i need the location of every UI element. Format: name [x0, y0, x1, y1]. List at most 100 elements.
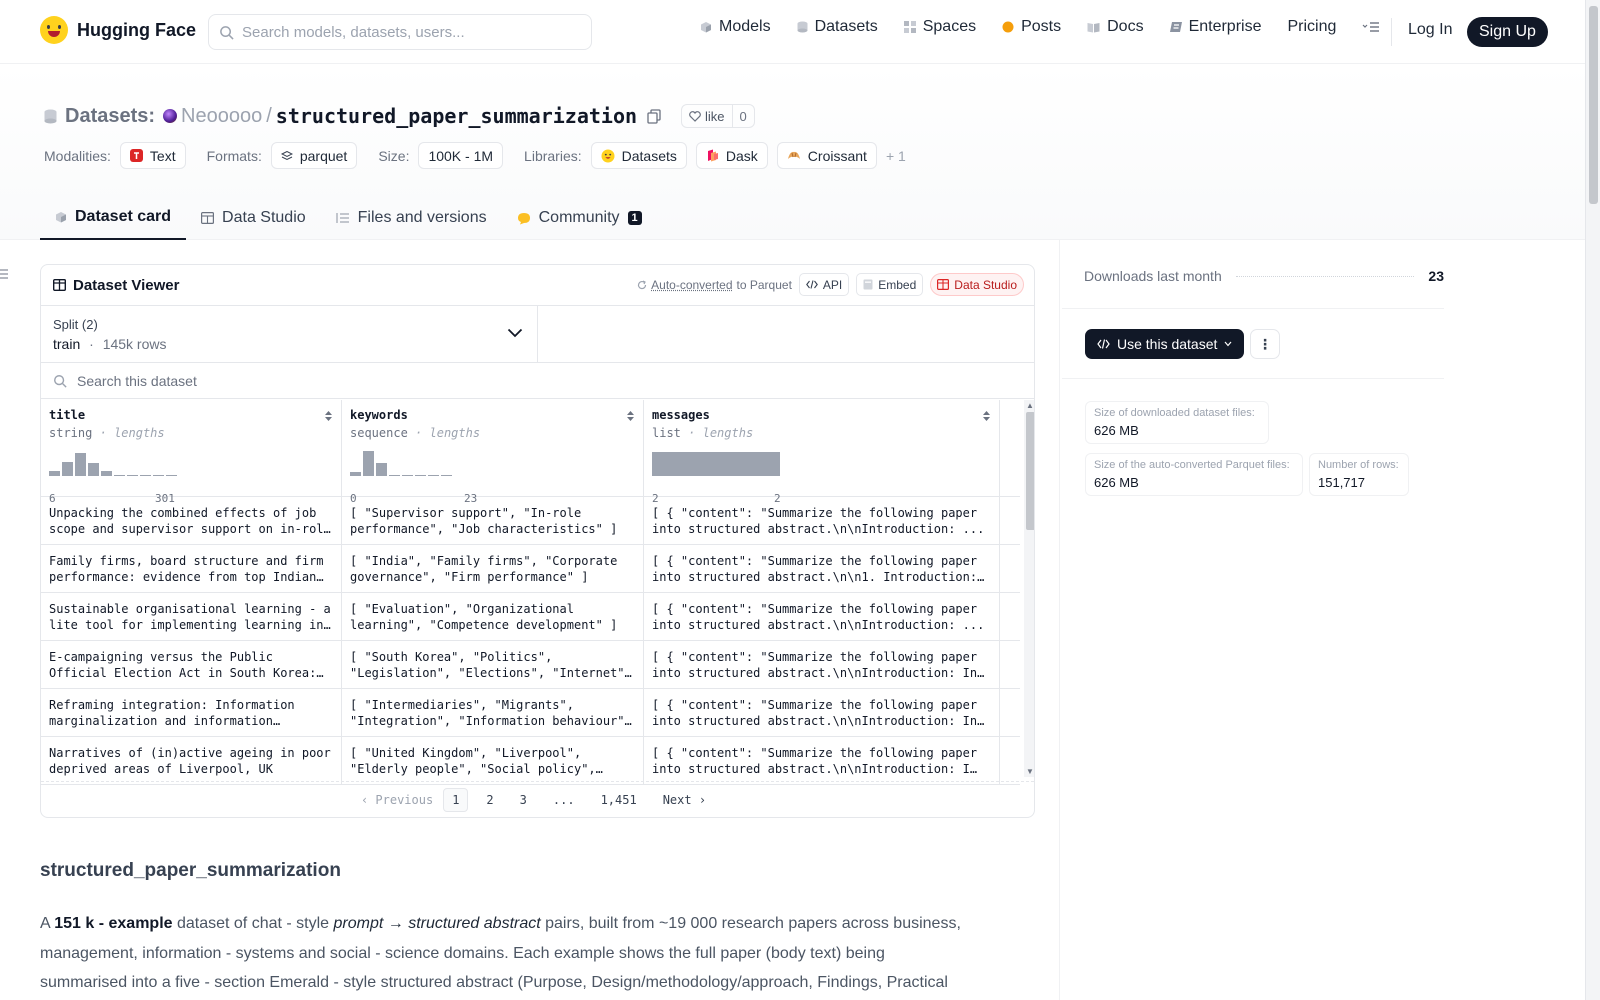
previous-page-button[interactable]: ‹ Previous — [361, 793, 433, 807]
login-link[interactable]: Log In — [1408, 21, 1452, 39]
library-tag-dask[interactable]: Dask — [696, 142, 768, 169]
table-row[interactable]: Family firms, board structure and firm p… — [41, 545, 1020, 593]
table-row[interactable]: Reframing integration: Information margi… — [41, 689, 1020, 737]
library-tag-datasets[interactable]: Datasets — [591, 142, 687, 169]
table-cell[interactable]: [ { "content": "Summarize the following … — [644, 689, 1000, 736]
column-header-title[interactable]: title string · lengths 6 301 — [41, 400, 342, 496]
grid-scroll-thumb[interactable] — [1026, 412, 1035, 530]
page-3-button[interactable]: 3 — [512, 789, 535, 811]
dataset-search-input[interactable] — [77, 373, 677, 389]
histogram-bar — [376, 463, 387, 476]
data-studio-button[interactable]: Data Studio — [930, 273, 1024, 296]
tab-dataset-card[interactable]: Dataset card — [40, 196, 186, 240]
library-tag-croissant-label: Croissant — [808, 148, 867, 164]
brand[interactable]: Hugging Face — [40, 16, 196, 44]
column-stat: lengths — [430, 426, 481, 440]
table-cell[interactable]: [ { "content": "Summarize the following … — [644, 545, 1000, 592]
split-row: Split (2) train · 145k rows — [41, 306, 1034, 363]
table-row[interactable]: Narratives of (in)active ageing in poor … — [41, 737, 1020, 785]
global-search[interactable] — [208, 14, 592, 50]
table-cell[interactable]: E-campaigning versus the Public Official… — [41, 641, 342, 688]
page-scrollbar[interactable] — [1585, 0, 1600, 1000]
nav-docs[interactable]: Docs — [1087, 18, 1143, 36]
next-page-button[interactable]: Next › — [655, 789, 714, 811]
split-select[interactable]: Split (2) train · 145k rows — [41, 306, 538, 362]
table-cell[interactable]: Narratives of (in)active ageing in poor … — [41, 737, 342, 784]
column-header-messages[interactable]: messages list · lengths 2 2 — [644, 400, 1000, 496]
auto-converted-note[interactable]: Auto-converted to Parquet — [637, 278, 792, 292]
nav-posts[interactable]: Posts — [1002, 18, 1061, 36]
modality-tag[interactable]: Text — [120, 142, 186, 169]
auto-converted-link[interactable]: Auto-converted — [651, 278, 732, 292]
table-cell[interactable]: [ { "content": "Summarize the following … — [644, 497, 1000, 544]
scroll-up-icon[interactable]: ▲ — [1026, 401, 1034, 410]
page-2-button[interactable]: 2 — [478, 789, 501, 811]
last-page-button[interactable]: 1,451 — [593, 789, 645, 811]
table-cell[interactable]: Family firms, board structure and firm p… — [41, 545, 342, 592]
breadcrumb-owner[interactable]: Neooooo — [181, 105, 262, 128]
dataset-search[interactable] — [41, 363, 1034, 399]
sort-icon[interactable] — [982, 410, 991, 422]
viewer-header: Dataset Viewer Auto-converted to Parquet… — [41, 265, 1034, 306]
more-options-icon[interactable]: ⋮ — [1250, 329, 1280, 359]
table-row[interactable]: Sustainable organisational learning - a … — [41, 593, 1020, 641]
table-row[interactable]: E-campaigning versus the Public Official… — [41, 641, 1020, 689]
like-button[interactable]: like 0 — [681, 104, 755, 128]
nav-spaces[interactable]: Spaces — [904, 18, 976, 36]
tab-files[interactable]: Files and versions — [321, 196, 502, 240]
table-cell[interactable]: [ "India", "Family firms", "Corporate go… — [342, 545, 644, 592]
table-cell[interactable]: Unpacking the combined effects of job sc… — [41, 497, 342, 544]
global-search-input[interactable] — [242, 24, 562, 41]
table-cell[interactable]: [ { "content": "Summarize the following … — [644, 737, 1000, 784]
table-cell[interactable]: [ "South Korea", "Politics", "Legislatio… — [342, 641, 644, 688]
tab-data-studio[interactable]: Data Studio — [186, 196, 321, 240]
table-cell[interactable]: [ { "content": "Summarize the following … — [644, 593, 1000, 640]
table-cell[interactable]: [ "Evaluation", "Organizational learning… — [342, 593, 644, 640]
nav-more-menu[interactable] — [1362, 21, 1380, 33]
cell-text: [ { "content": "Summarize the following … — [652, 601, 991, 633]
database-icon — [44, 109, 57, 124]
breadcrumb-kind[interactable]: Datasets: — [65, 105, 155, 128]
table-cell[interactable]: [ { "content": "Summarize the following … — [644, 641, 1000, 688]
histogram-bar — [140, 475, 151, 476]
histogram-bar — [101, 471, 112, 476]
sidebar-toggle-icon[interactable] — [0, 268, 9, 282]
embed-button[interactable]: Embed — [856, 273, 923, 296]
table-cell[interactable]: Sustainable organisational learning - a … — [41, 593, 342, 640]
more-libraries[interactable]: + 1 — [886, 148, 906, 164]
scroll-down-icon[interactable]: ▼ — [1026, 767, 1034, 776]
table-row[interactable]: Unpacking the combined effects of job sc… — [41, 497, 1020, 545]
nav-pricing[interactable]: Pricing — [1287, 18, 1336, 36]
column-header-keywords[interactable]: keywords sequence · lengths 0 23 — [342, 400, 644, 496]
nav-models[interactable]: Models — [700, 18, 771, 36]
refresh-icon — [637, 280, 647, 290]
api-button[interactable]: API — [799, 273, 849, 296]
tab-community[interactable]: Community 1 — [502, 196, 657, 240]
dataset-name[interactable]: structured_paper_summarization — [276, 104, 637, 128]
nav-enterprise[interactable]: Enterprise — [1170, 18, 1262, 36]
nav-datasets[interactable]: Datasets — [797, 18, 878, 36]
data-grid: title string · lengths 6 301 keywords se… — [41, 400, 1020, 785]
table-cell[interactable]: Reframing integration: Information margi… — [41, 689, 342, 736]
messages-length-bar — [652, 452, 780, 476]
nav-datasets-label: Datasets — [815, 18, 878, 36]
library-tag-croissant[interactable]: Croissant — [777, 142, 877, 169]
page-1-button[interactable]: 1 — [443, 788, 468, 812]
format-tag[interactable]: parquet — [271, 142, 357, 169]
use-dataset-button[interactable]: Use this dataset — [1085, 329, 1244, 359]
table-cell[interactable]: [ "Intermediaries", "Migrants", "Integra… — [342, 689, 644, 736]
desc-pairs: prompt → structured abstract — [334, 915, 541, 932]
page-scroll-thumb[interactable] — [1589, 6, 1598, 204]
signup-button[interactable]: Sign Up — [1467, 17, 1548, 47]
histogram-bar — [62, 462, 73, 476]
sort-icon[interactable] — [626, 410, 635, 422]
code-icon — [806, 280, 818, 289]
sort-icon[interactable] — [324, 410, 333, 422]
size-tag[interactable]: 100K - 1M — [418, 142, 503, 169]
table-cell[interactable]: [ "United Kingdom", "Liverpool", "Elderl… — [342, 737, 644, 784]
text-modality-icon — [130, 149, 143, 162]
chevron-down-icon — [1224, 341, 1232, 347]
grid-scrollbar[interactable]: ▲ ▼ — [1024, 400, 1035, 777]
table-cell[interactable]: [ "Supervisor support", "In-role perform… — [342, 497, 644, 544]
copy-icon[interactable] — [647, 109, 661, 124]
